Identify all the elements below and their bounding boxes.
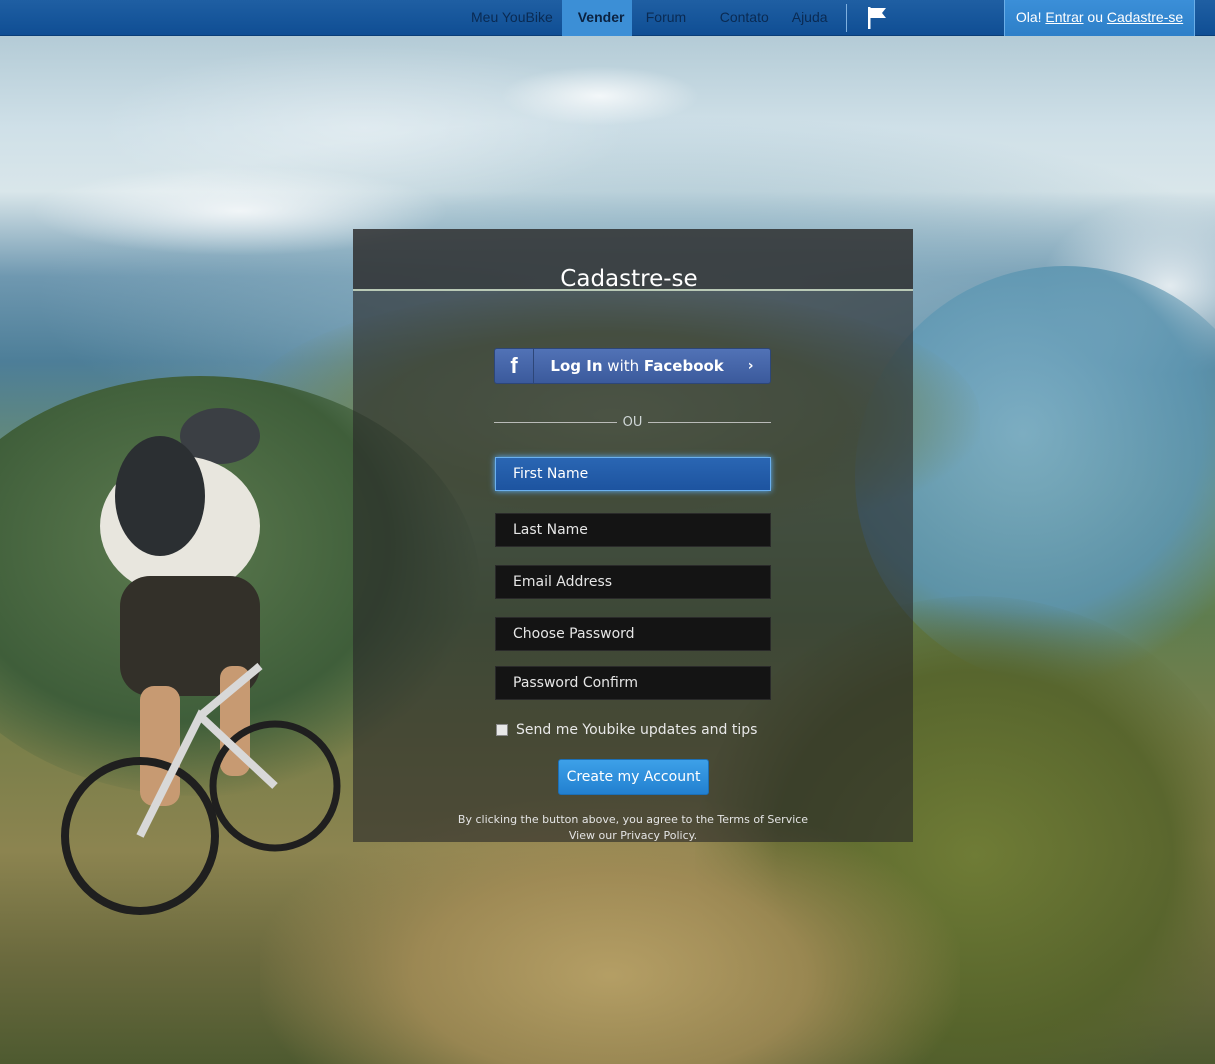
card-title: Cadastre-se xyxy=(560,266,698,292)
nav-item-vender[interactable]: Vender xyxy=(561,0,632,36)
facebook-login-middle: with xyxy=(607,357,640,375)
privacy-policy-text[interactable]: View our Privacy Policy. xyxy=(353,828,913,844)
flag-icon[interactable] xyxy=(857,0,897,36)
facebook-login-brand: Facebook xyxy=(643,357,724,375)
password-confirm-input[interactable] xyxy=(495,666,771,700)
create-account-button[interactable]: Create my Account xyxy=(558,759,709,795)
card-header: Cadastre-se xyxy=(353,229,913,292)
nav-item-ajuda[interactable]: Ajuda xyxy=(776,0,842,36)
top-navigation-bar: Meu YouBike Vender Forum Contato Ajuda O… xyxy=(0,0,1215,36)
or-divider: OU xyxy=(494,414,771,430)
login-link[interactable]: Entrar xyxy=(1045,9,1083,25)
nav-item-meu-youbike[interactable]: Meu YouBike xyxy=(462,0,562,36)
newsletter-label: Send me Youbike updates and tips xyxy=(516,722,758,738)
terms-of-service-text[interactable]: By clicking the button above, you agree … xyxy=(353,812,913,828)
or-divider-text: OU xyxy=(622,414,643,430)
greeting-text: Ola! xyxy=(1015,9,1042,25)
facebook-login-button[interactable]: f Log In with Facebook › xyxy=(494,348,771,384)
facebook-icon: f xyxy=(495,349,534,383)
email-input[interactable] xyxy=(495,565,771,599)
newsletter-option: Send me Youbike updates and tips xyxy=(496,722,757,738)
facebook-login-prefix: Log In xyxy=(550,357,603,375)
nav-divider xyxy=(845,4,847,32)
signup-card: Cadastre-se f Log In with Facebook › OU … xyxy=(353,229,913,842)
user-auth-box: Ola! Entrar ou Cadastre-se xyxy=(1004,0,1195,36)
terms-notice: By clicking the button above, you agree … xyxy=(353,812,913,844)
facebook-button-label: Log In with Facebook › xyxy=(534,349,770,383)
first-name-input[interactable] xyxy=(495,457,771,491)
newsletter-checkbox[interactable] xyxy=(496,724,508,736)
cyclist-image xyxy=(61,408,341,915)
password-input[interactable] xyxy=(495,617,771,651)
divider-line-right xyxy=(648,421,771,423)
nav-item-forum[interactable]: Forum xyxy=(632,0,712,36)
main-nav: Meu YouBike Vender Forum Contato Ajuda xyxy=(462,0,897,36)
nav-item-contato[interactable]: Contato xyxy=(712,0,776,36)
divider-line-left xyxy=(494,421,617,423)
or-text: ou xyxy=(1087,9,1103,25)
last-name-input[interactable] xyxy=(495,513,771,547)
signup-link[interactable]: Cadastre-se xyxy=(1107,9,1183,25)
chevron-right-icon: › xyxy=(747,358,754,374)
